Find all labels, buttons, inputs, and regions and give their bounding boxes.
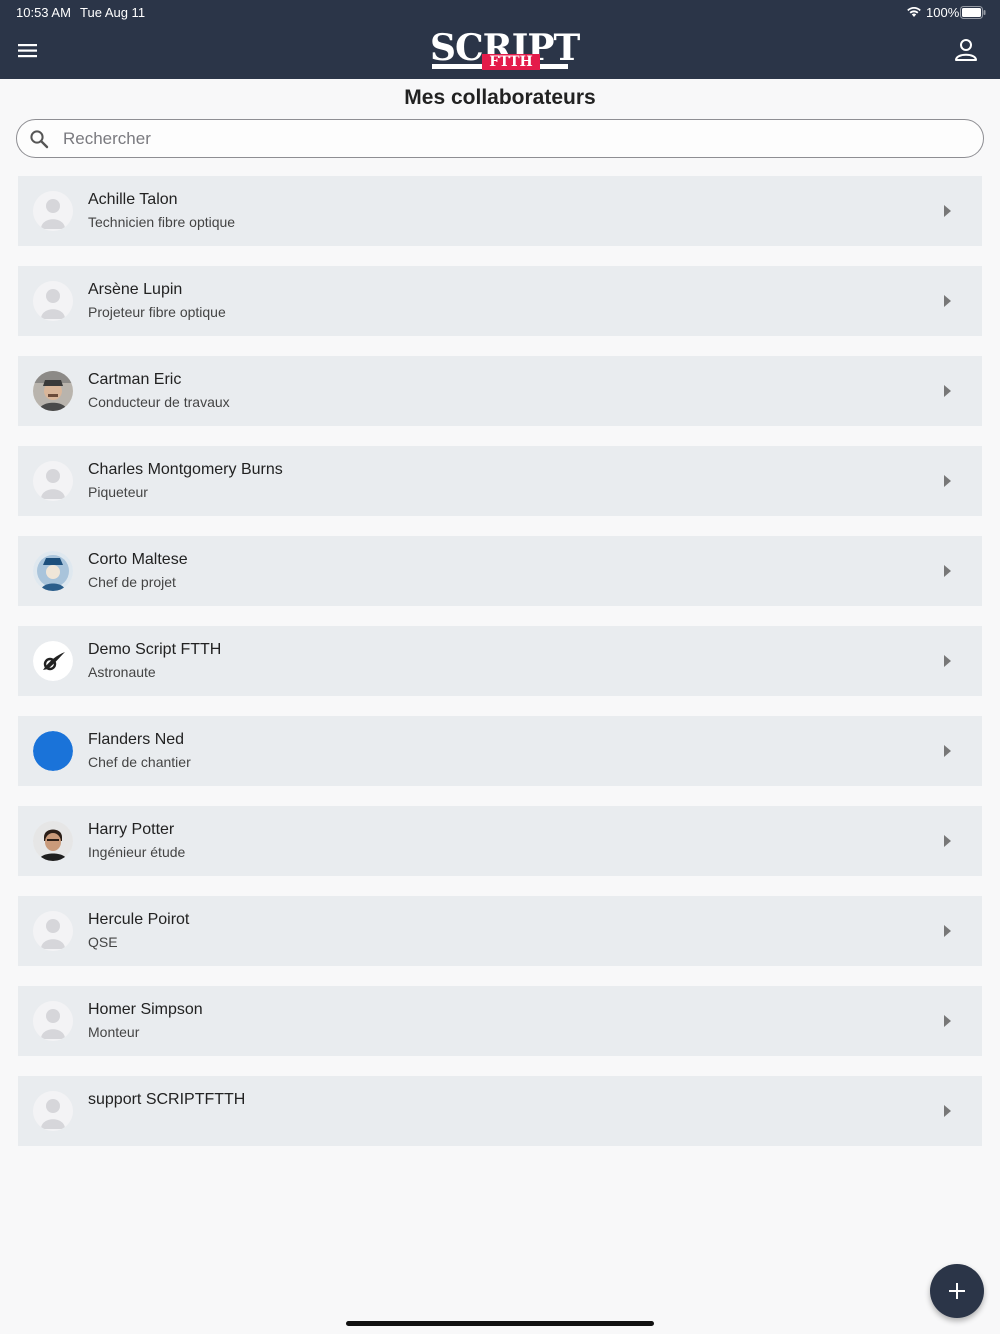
search-input[interactable] bbox=[63, 122, 963, 155]
collaborator-row[interactable]: Demo Script FTTH Astronaute bbox=[18, 626, 982, 696]
add-collaborator-button[interactable] bbox=[930, 1264, 984, 1318]
chevron-right-icon bbox=[942, 1013, 952, 1029]
collaborator-row[interactable]: Achille Talon Technicien fibre optique bbox=[18, 176, 982, 246]
default-avatar-icon bbox=[33, 1001, 73, 1041]
collaborator-row[interactable]: Arsène Lupin Projeteur fibre optique bbox=[18, 266, 982, 336]
wifi-icon bbox=[906, 6, 922, 21]
collaborator-role: QSE bbox=[88, 934, 118, 950]
default-avatar-icon bbox=[33, 1091, 73, 1131]
collaborator-name: Demo Script FTTH bbox=[88, 641, 222, 658]
chevron-right-icon bbox=[942, 743, 952, 759]
collaborator-role: Chef de projet bbox=[88, 574, 176, 590]
photo-avatar bbox=[33, 821, 73, 861]
collaborator-name: Arsène Lupin bbox=[88, 281, 183, 298]
hamburger-menu-icon[interactable] bbox=[14, 37, 42, 65]
chevron-right-icon bbox=[942, 383, 952, 399]
default-avatar-icon bbox=[33, 191, 73, 231]
page-title: Mes collaborateurs bbox=[404, 86, 596, 109]
collaborator-row[interactable]: Harry Potter Ingénieur étude bbox=[18, 806, 982, 876]
search-bar bbox=[16, 119, 984, 158]
collaborator-row[interactable]: Hercule Poirot QSE bbox=[18, 896, 982, 966]
collaborator-name: Flanders Ned bbox=[88, 731, 185, 748]
logo-avatar bbox=[33, 641, 73, 681]
collaborator-row[interactable]: Homer Simpson Monteur bbox=[18, 986, 982, 1056]
collaborator-name: Achille Talon bbox=[88, 191, 178, 208]
collaborator-row[interactable]: Cartman Eric Conducteur de travaux bbox=[18, 356, 982, 426]
chevron-right-icon bbox=[942, 1103, 952, 1119]
collaborator-name: Hercule Poirot bbox=[88, 911, 190, 928]
default-avatar-icon bbox=[33, 911, 73, 951]
collaborator-row[interactable]: Flanders Ned Chef de chantier bbox=[18, 716, 982, 786]
chevron-right-icon bbox=[942, 923, 952, 939]
chevron-right-icon bbox=[942, 203, 952, 219]
blue-circle-avatar bbox=[33, 731, 73, 771]
status-time: 10:53 AM bbox=[16, 5, 71, 20]
collaborator-role: Projeteur fibre optique bbox=[88, 304, 226, 320]
collaborator-role: Ingénieur étude bbox=[88, 844, 186, 860]
chevron-right-icon bbox=[942, 653, 952, 669]
status-bar: 10:53 AM Tue Aug 11 100% bbox=[0, 4, 1000, 22]
status-date: Tue Aug 11 bbox=[80, 5, 146, 20]
collaborator-row[interactable]: support SCRIPTFTTH bbox=[18, 1076, 982, 1146]
collaborator-name: Corto Maltese bbox=[88, 551, 188, 568]
top-navigation-bar: 10:53 AM Tue Aug 11 100% SCRIPT FTTH bbox=[0, 0, 1000, 79]
illustration-avatar bbox=[33, 551, 73, 591]
collaborator-role: Conducteur de travaux bbox=[88, 394, 230, 410]
photo-avatar bbox=[33, 371, 73, 411]
logo-subtext: FTTH bbox=[482, 54, 540, 70]
search-icon bbox=[29, 129, 49, 149]
collaborator-name: support SCRIPTFTTH bbox=[88, 1091, 246, 1108]
default-avatar-icon bbox=[33, 461, 73, 501]
home-indicator bbox=[346, 1321, 654, 1326]
collaborator-role: Piqueteur bbox=[88, 484, 148, 500]
collaborator-row[interactable]: Charles Montgomery Burns Piqueteur bbox=[18, 446, 982, 516]
chevron-right-icon bbox=[942, 833, 952, 849]
battery-icon bbox=[960, 6, 986, 22]
collaborator-name: Homer Simpson bbox=[88, 1001, 203, 1018]
script-ftth-logo: SCRIPT FTTH bbox=[430, 28, 580, 74]
chevron-right-icon bbox=[942, 563, 952, 579]
user-profile-icon[interactable] bbox=[952, 36, 980, 64]
collaborator-role: Monteur bbox=[88, 1024, 140, 1040]
collaborator-role: Chef de chantier bbox=[88, 754, 191, 770]
collaborator-list: Achille Talon Technicien fibre optique A… bbox=[18, 176, 982, 1166]
battery-percentage: 100% bbox=[926, 5, 960, 20]
chevron-right-icon bbox=[942, 293, 952, 309]
chevron-right-icon bbox=[942, 473, 952, 489]
default-avatar-icon bbox=[33, 281, 73, 321]
collaborator-name: Cartman Eric bbox=[88, 371, 182, 388]
collaborator-name: Harry Potter bbox=[88, 821, 175, 838]
collaborator-row[interactable]: Corto Maltese Chef de projet bbox=[18, 536, 982, 606]
collaborator-role: Technicien fibre optique bbox=[88, 214, 236, 230]
collaborator-role: Astronaute bbox=[88, 664, 156, 680]
collaborator-name: Charles Montgomery Burns bbox=[88, 461, 283, 478]
plus-icon bbox=[949, 1283, 965, 1299]
